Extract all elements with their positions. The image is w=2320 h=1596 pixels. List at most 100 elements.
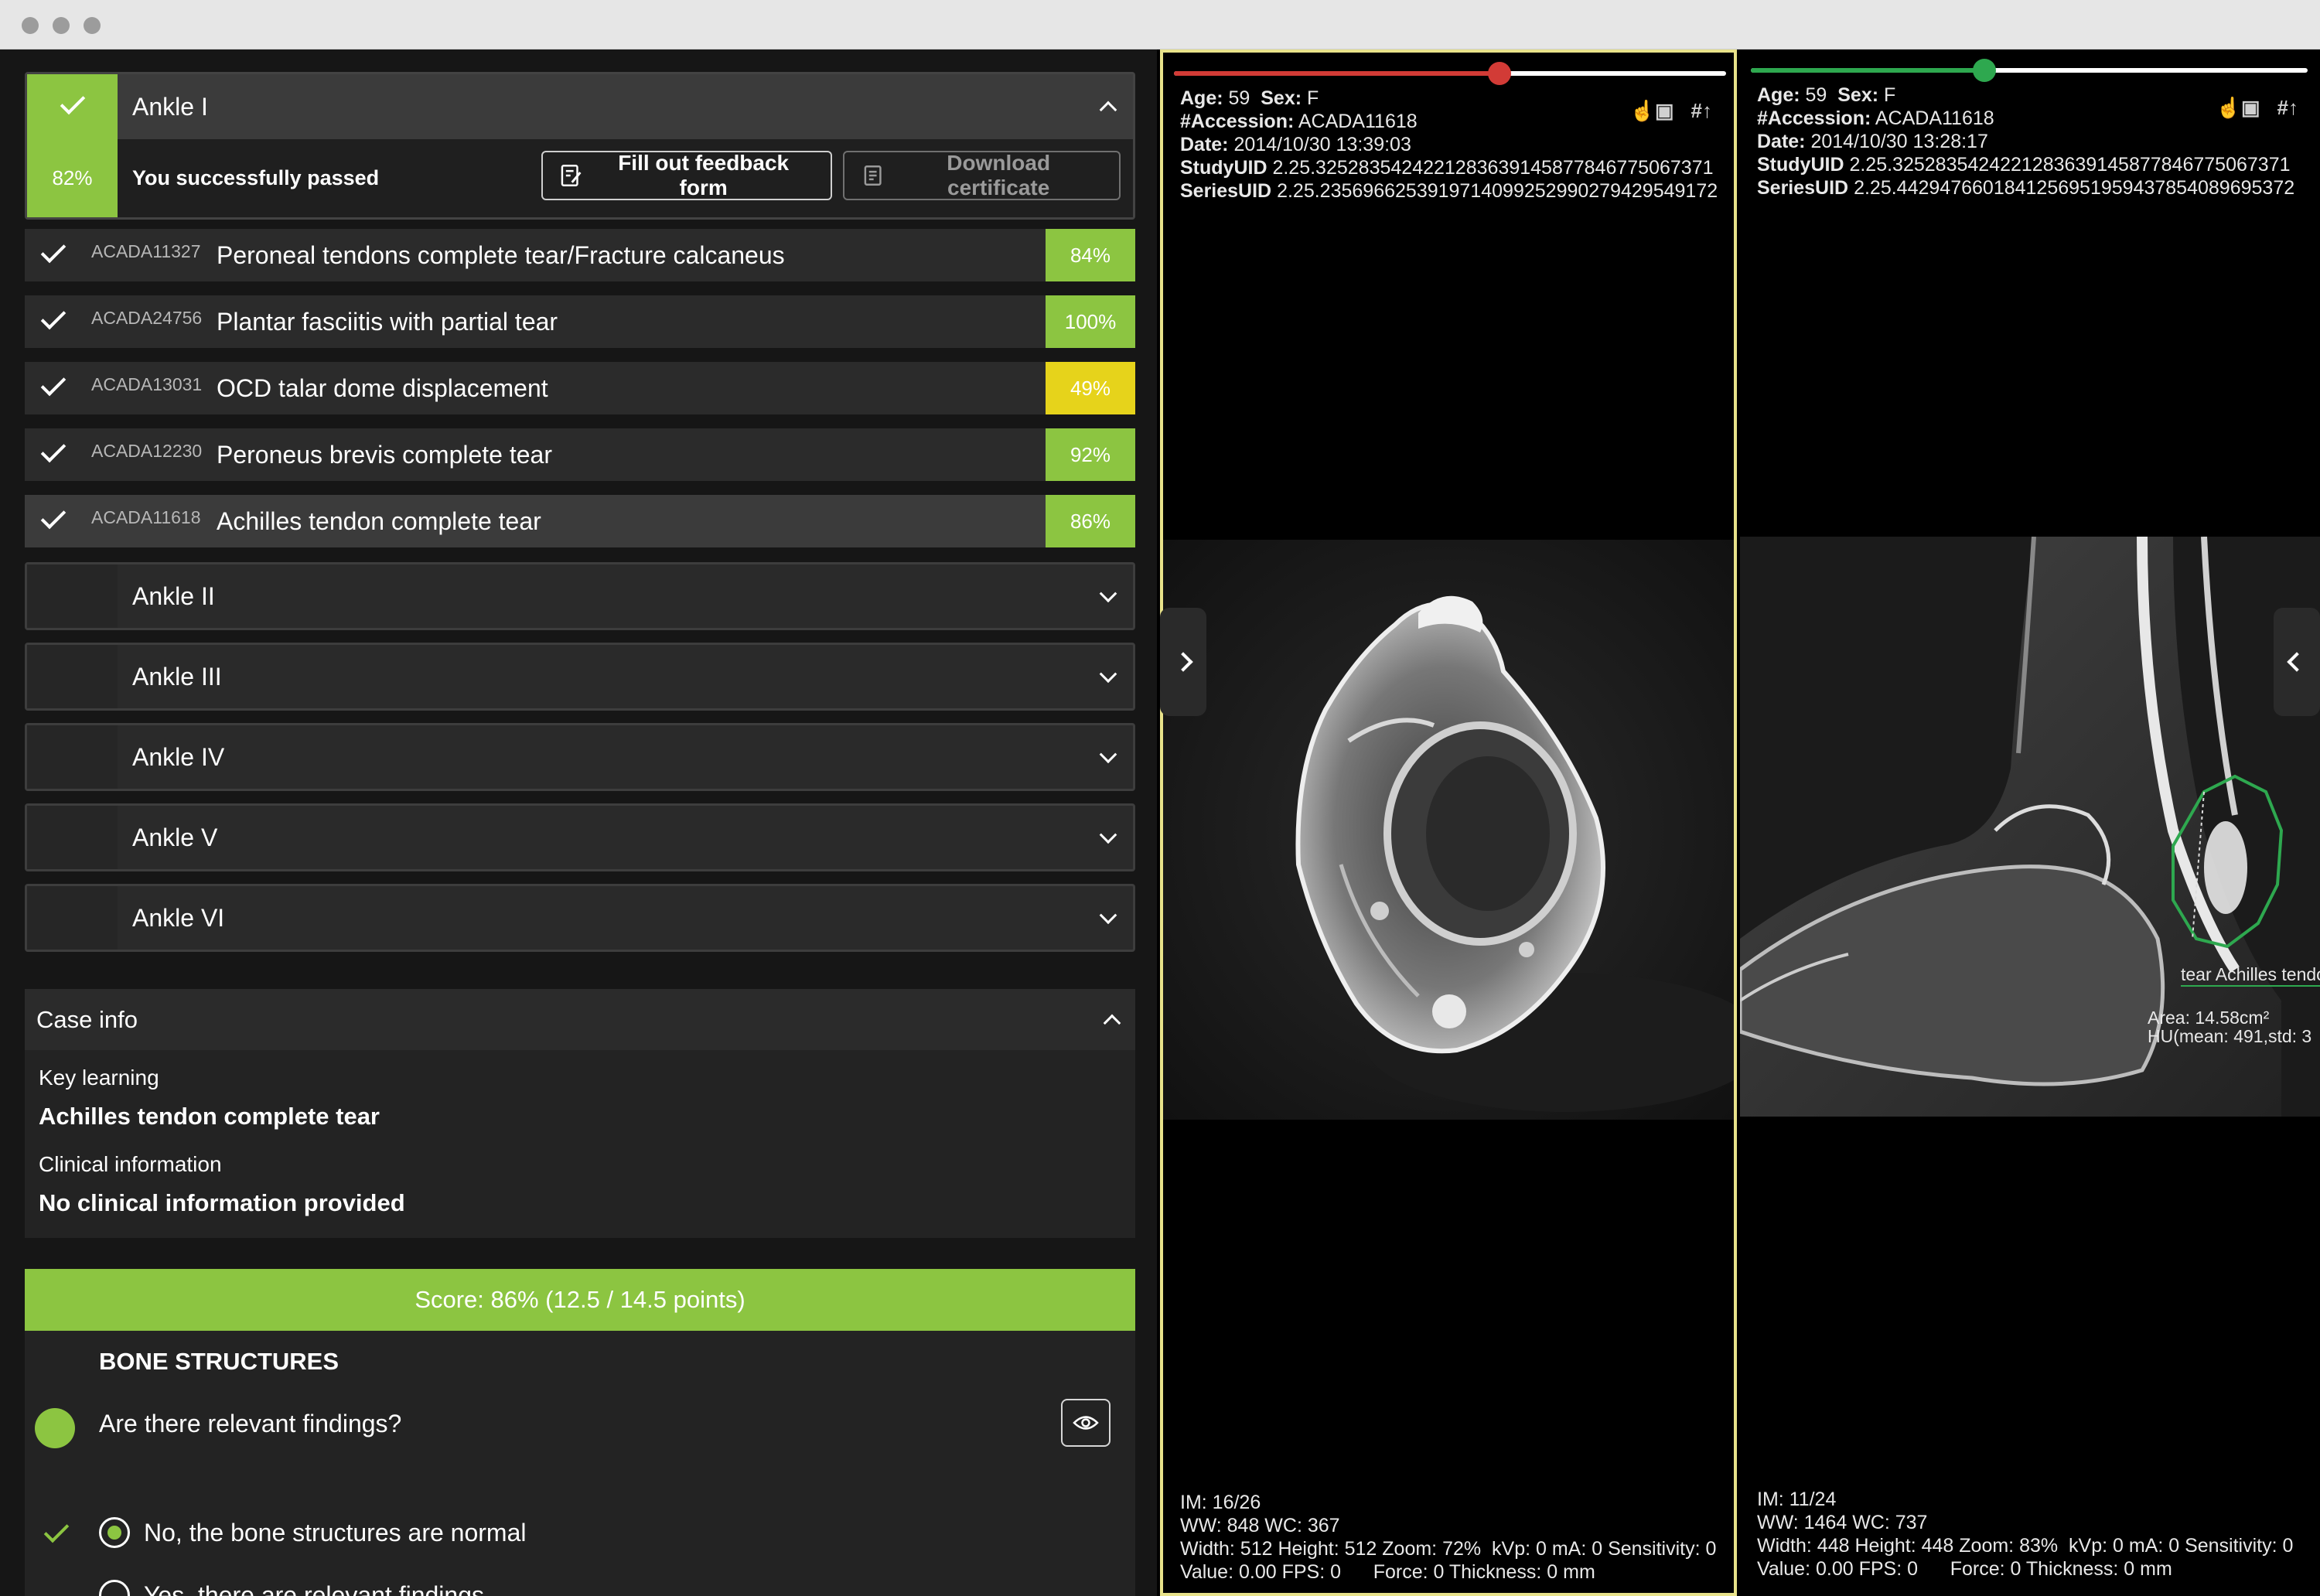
kvp-readout: kVp: 0 mA: 0 Sensitivity: 0 xyxy=(1492,1538,1717,1560)
image-dimensions: Width: 512 Height: 512 Zoom: 72% xyxy=(1180,1538,1482,1560)
case-row-active[interactable]: ACADA11618 Achilles tendon complete tear… xyxy=(25,495,1135,547)
question-panel: BONE STRUCTURES Are there relevant findi… xyxy=(25,1331,1135,1596)
check-icon xyxy=(60,89,86,115)
mri-axial-image xyxy=(1163,540,1734,1120)
module-title: Ankle VI xyxy=(132,903,225,932)
slice-slider-knob[interactable] xyxy=(1488,62,1512,85)
age-label: Age: xyxy=(1180,87,1223,109)
age-value: 59 xyxy=(1805,84,1827,106)
section-heading: BONE STRUCTURES xyxy=(99,1348,339,1375)
viewport-tools: ☝▣ #↑ xyxy=(1630,99,1712,123)
case-row[interactable]: ACADA12230 Peroneus brevis complete tear… xyxy=(25,428,1135,481)
sex-label: Sex: xyxy=(1261,87,1302,109)
case-row[interactable]: ACADA24756 Plantar fasciitis with partia… xyxy=(25,295,1135,348)
module-status-indicator xyxy=(27,645,118,708)
viewport-sagittal[interactable]: Age: 59 Sex: F #Accession: ACADA11618 Da… xyxy=(1740,49,2320,1596)
certificate-button-label: Download certificate xyxy=(947,151,1051,200)
accession-value: ACADA11618 xyxy=(1298,111,1418,132)
module-complete-indicator xyxy=(27,74,118,139)
series-label: SeriesUID xyxy=(1180,180,1272,202)
mri-sagittal-image: tear Achilles tendon Area: 14.58cm² HU(m… xyxy=(1740,537,2320,1117)
module-ankle-5[interactable]: Ankle V xyxy=(25,803,1135,871)
image-dimensions: Width: 448 Height: 448 Zoom: 83% xyxy=(1757,1535,2059,1557)
hand-image-icon[interactable]: ☝▣ xyxy=(1630,99,1674,123)
annotation-label[interactable]: tear Achilles tendon xyxy=(2181,964,2320,987)
image-index: IM: 16/26 xyxy=(1180,1492,1261,1513)
score-banner: Score: 86% (12.5 / 14.5 points) xyxy=(25,1269,1135,1331)
case-info-title: Case info xyxy=(36,1005,138,1033)
module-header[interactable]: Ankle I xyxy=(27,74,1133,139)
window-titlebar xyxy=(0,0,2320,49)
slice-slider-knob[interactable] xyxy=(1973,59,1997,82)
case-id: ACADA12230 xyxy=(91,441,203,461)
case-info-header[interactable]: Case info xyxy=(25,989,1135,1050)
chevron-down-icon[interactable] xyxy=(1099,585,1117,603)
dicom-header: Age: 59 Sex: F #Accession: ACADA11618 Da… xyxy=(1757,84,2294,200)
case-id: ACADA24756 xyxy=(91,308,203,328)
module-ankle-2[interactable]: Ankle II xyxy=(25,562,1135,630)
sync-icon[interactable]: #↑ xyxy=(2277,96,2298,120)
image-viewer: Age: 59 Sex: F #Accession: ACADA11618 Da… xyxy=(1157,49,2320,1596)
age-value: 59 xyxy=(1228,87,1250,109)
collapse-panel-toggle[interactable] xyxy=(2274,608,2320,716)
check-icon xyxy=(40,437,67,463)
chevron-down-icon[interactable] xyxy=(1099,745,1117,764)
sex-value: F xyxy=(1884,84,1896,106)
module-status-indicator xyxy=(27,564,118,628)
zoom-window-button[interactable] xyxy=(84,17,101,34)
chevron-up-icon[interactable] xyxy=(1099,101,1117,119)
module-ankle-1: Ankle I 82% You successfully passed Fill… xyxy=(25,72,1135,220)
pass-message: You successfully passed xyxy=(132,166,380,189)
slice-slider[interactable] xyxy=(1751,59,2308,82)
feedback-form-button[interactable]: Fill out feedback form xyxy=(541,151,832,200)
case-title: Peroneus brevis complete tear xyxy=(217,440,552,469)
case-id: ACADA11327 xyxy=(91,241,201,261)
slice-slider[interactable] xyxy=(1174,62,1726,85)
chevron-down-icon[interactable] xyxy=(1099,665,1117,684)
check-icon xyxy=(40,503,67,530)
check-icon xyxy=(40,370,67,397)
minimize-window-button[interactable] xyxy=(53,17,70,34)
expand-panel-toggle[interactable] xyxy=(1160,608,1206,716)
module-percent: 82% xyxy=(27,139,118,217)
radio-unselected[interactable] xyxy=(99,1580,130,1596)
date-value: 2014/10/30 13:28:17 xyxy=(1810,131,1988,152)
case-row[interactable]: ACADA11327 Peroneal tendons complete tea… xyxy=(25,229,1135,281)
module-title: Ankle II xyxy=(132,581,215,610)
viewport-axial[interactable]: Age: 59 Sex: F #Accession: ACADA11618 Da… xyxy=(1160,49,1737,1596)
key-learning-value: Achilles tendon complete tear xyxy=(39,1103,380,1130)
force-thickness: Force: 0 Thickness: 0 mm xyxy=(1950,1558,2172,1580)
module-title: Ankle V xyxy=(132,823,218,851)
case-score: 86% xyxy=(1046,495,1135,547)
chevron-up-icon[interactable] xyxy=(1103,1014,1121,1032)
case-title: Achilles tendon complete tear xyxy=(217,506,541,535)
correct-check-icon xyxy=(43,1517,70,1543)
module-status-indicator xyxy=(27,806,118,869)
module-ankle-4[interactable]: Ankle IV xyxy=(25,723,1135,791)
accession-value: ACADA11618 xyxy=(1875,107,1994,129)
case-title: Peroneal tendons complete tear/Fracture … xyxy=(217,240,785,269)
module-ankle-3[interactable]: Ankle III xyxy=(25,643,1135,711)
module-ankle-6[interactable]: Ankle VI xyxy=(25,884,1135,952)
viewport-tools: ☝▣ #↑ xyxy=(2216,96,2298,120)
eye-icon[interactable] xyxy=(1061,1399,1111,1447)
pixel-value: Value: 0.00 FPS: 0 xyxy=(1757,1558,1918,1580)
course-panel: Ankle I 82% You successfully passed Fill… xyxy=(0,49,1157,1596)
series-value: 2.25.23569662539197140992529902794295491… xyxy=(1277,180,1718,202)
case-score: 100% xyxy=(1046,295,1135,348)
radio-selected[interactable] xyxy=(99,1517,130,1548)
hand-image-icon[interactable]: ☝▣ xyxy=(2216,96,2260,120)
case-row[interactable]: ACADA13031 OCD talar dome displacement 4… xyxy=(25,362,1135,414)
module-title: Ankle III xyxy=(132,662,222,691)
sync-icon[interactable]: #↑ xyxy=(1691,99,1712,123)
close-window-button[interactable] xyxy=(22,17,39,34)
option-normal[interactable]: No, the bone structures are normal xyxy=(99,1516,526,1550)
chevron-down-icon[interactable] xyxy=(1099,826,1117,844)
study-value: 2.25.32528354242212836391458778467750673… xyxy=(1272,157,1714,179)
study-value: 2.25.32528354242212836391458778467750673… xyxy=(1849,154,2291,176)
accession-label: #Accession: xyxy=(1180,111,1295,132)
download-certificate-button[interactable]: Download certificate xyxy=(843,151,1121,200)
option-findings[interactable]: Yes, there are relevant findings xyxy=(99,1578,484,1596)
clinical-info-label: Clinical information xyxy=(39,1152,222,1176)
chevron-down-icon[interactable] xyxy=(1099,906,1117,925)
